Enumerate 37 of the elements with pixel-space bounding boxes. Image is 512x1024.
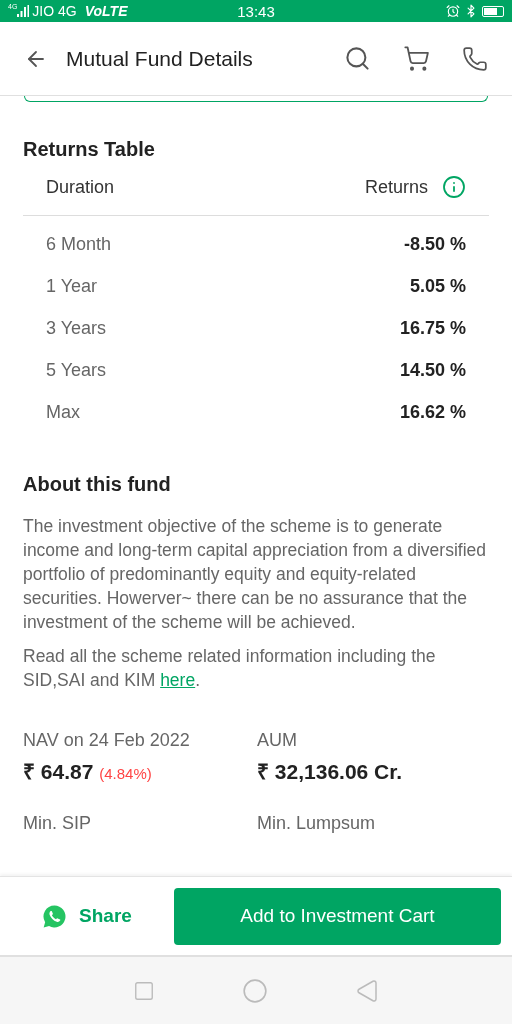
returns-cell: 14.50 % [399, 359, 466, 381]
returns-cell: 16.62 % [399, 401, 466, 423]
fund-description: The investment objective of the scheme is to generate income and long-term capital appreciation from a diversified portfolio of predominantly equity and equity-related securities. Howerver~ there can be no assurance that the investment of the scheme will be achieved. [23, 515, 487, 634]
info-text: Read all the scheme related information including the SID,SAI and KIM here. [23, 645, 437, 692]
add-to-cart-button[interactable]: Add to Investment Cart [174, 887, 501, 945]
search-button[interactable] [344, 45, 371, 72]
carrier-name: JIO 4G [32, 3, 77, 19]
alarm-icon [446, 4, 460, 18]
stat-value: ₹ 64.87 (4.84%) [23, 759, 153, 785]
section-heading: About this fund [22, 473, 172, 496]
duration-cell: Max [46, 401, 80, 423]
signal-icon [17, 5, 30, 17]
battery-icon [482, 5, 504, 17]
column-header: Returns [364, 176, 428, 198]
duration-cell: 5 Years [46, 359, 107, 381]
section-heading: Returns Table [22, 138, 156, 161]
here-link[interactable]: here [160, 670, 196, 690]
info-icon[interactable] [442, 175, 466, 199]
returns-cell: 5.05 % [409, 275, 466, 297]
column-header: Duration [46, 176, 115, 198]
call-button[interactable] [462, 45, 488, 72]
whatsapp-icon [42, 903, 68, 929]
duration-cell: 6 Month [46, 233, 112, 255]
stat-label: Min. SIP [23, 813, 93, 834]
stat-label: AUM [257, 730, 298, 751]
page-title: Mutual Fund Details [66, 46, 254, 71]
duration-cell: 1 Year [46, 275, 98, 297]
stat-value: ₹ 32,136.06 Cr. [257, 759, 404, 785]
share-button[interactable]: Share [0, 902, 174, 930]
returns-cell: -8.50 % [403, 233, 466, 255]
cart-button[interactable] [403, 45, 430, 72]
volte-label: VoLTE [84, 3, 128, 19]
stat-label: NAV on 24 Feb 2022 [23, 730, 191, 751]
returns-cell: 16.75 % [399, 317, 466, 339]
clock: 13:43 [237, 2, 275, 20]
stat-label: Min. Lumpsum [257, 813, 377, 834]
duration-cell: 3 Years [46, 317, 107, 339]
